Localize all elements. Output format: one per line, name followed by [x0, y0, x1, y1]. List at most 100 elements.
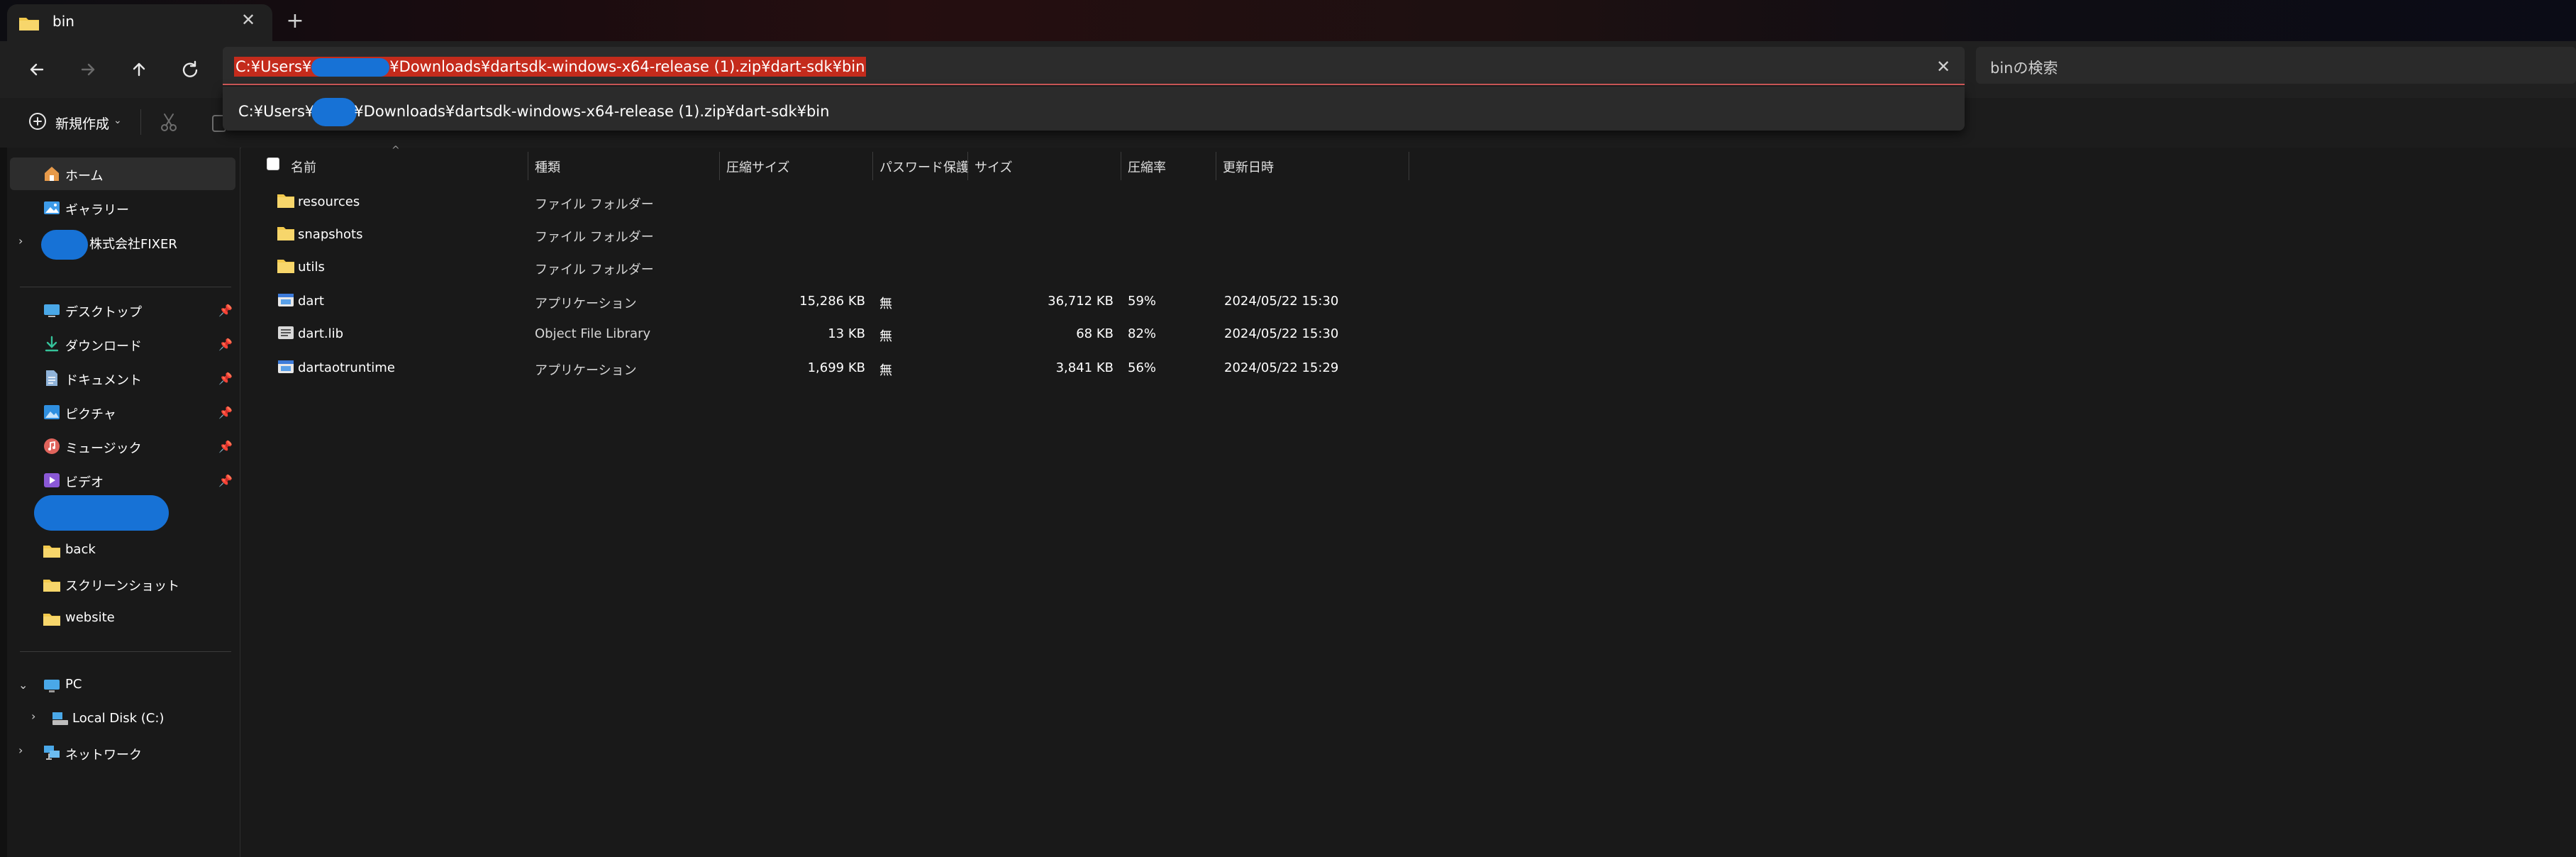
pin-icon[interactable]: 📌	[218, 440, 233, 454]
table-row[interactable]	[270, 186, 1404, 219]
address-path[interactable]: C:¥Users¥ ¥Downloads¥dartsdk-windows-x64-…	[234, 57, 867, 77]
file-ratio: 59%	[1128, 294, 1157, 309]
folder-icon	[19, 18, 39, 31]
column-header-modified[interactable]: 更新日時	[1223, 157, 1274, 176]
folder-icon	[277, 194, 294, 208]
new-button-label[interactable]: 新規作成	[55, 114, 109, 133]
nav-label-website[interactable]: website	[65, 610, 115, 625]
cut-icon[interactable]	[157, 111, 180, 133]
address-clear-icon[interactable]: ✕	[1931, 54, 1956, 79]
nav-label-pc[interactable]: PC	[65, 677, 82, 692]
video-icon	[44, 473, 60, 487]
nav-label-music[interactable]: ミュージック	[65, 438, 142, 457]
file-name[interactable]: dartaotruntime	[298, 360, 395, 375]
file-name[interactable]: utils	[298, 260, 325, 275]
folder-icon	[43, 614, 60, 626]
table-row[interactable]	[270, 251, 1404, 284]
file-type: ファイル フォルダー	[535, 197, 654, 212]
plus-circle-icon[interactable]	[27, 111, 48, 132]
file-size: 3,841 KB	[1055, 360, 1114, 375]
pin-icon[interactable]: 📌	[218, 474, 233, 488]
pin-icon[interactable]: 📌	[218, 338, 233, 352]
application-icon	[278, 294, 294, 306]
gallery-icon	[44, 201, 60, 214]
nav-separator	[20, 651, 231, 652]
pin-icon[interactable]: 📌	[218, 372, 233, 386]
folder-icon	[43, 580, 60, 592]
file-ratio: 56%	[1128, 360, 1157, 375]
column-header-name[interactable]: 名前	[291, 157, 316, 176]
folder-icon	[43, 546, 60, 558]
up-arrow-icon[interactable]	[122, 52, 156, 87]
desktop-icon	[44, 304, 60, 317]
pictures-icon	[44, 405, 60, 419]
address-suggestion-item[interactable]: C:¥Users¥ ¥Downloads¥dartsdk-windows-x64-…	[238, 98, 829, 126]
file-modified: 2024/05/22 15:29	[1224, 360, 1339, 375]
folder-icon	[277, 260, 294, 273]
nav-label-desktop[interactable]: デスクトップ	[65, 302, 142, 321]
nav-label-network[interactable]: ネットワーク	[65, 745, 142, 763]
nav-label-pictures[interactable]: ピクチャ	[65, 404, 116, 423]
onedrive-cloud-icon	[41, 230, 88, 260]
file-type: アプリケーション	[535, 363, 637, 378]
back-arrow-icon[interactable]	[20, 52, 54, 87]
pane-edge	[0, 148, 7, 857]
home-icon	[45, 167, 59, 181]
search-placeholder[interactable]: binの検索	[1990, 57, 2058, 78]
tab-title: bin	[52, 13, 74, 30]
select-all-checkbox[interactable]	[267, 157, 279, 170]
forward-arrow-icon[interactable]	[71, 52, 105, 87]
file-name[interactable]: dart.lib	[298, 326, 343, 341]
nav-label-home: ホーム	[65, 169, 104, 184]
file-type: Object File Library	[535, 326, 651, 341]
redacted-nav-item[interactable]	[34, 495, 169, 531]
column-separator[interactable]	[719, 152, 720, 180]
chevron-right-icon[interactable]: ›	[18, 234, 23, 248]
nav-label-documents[interactable]: ドキュメント	[65, 370, 142, 389]
table-row[interactable]	[270, 219, 1404, 251]
column-separator[interactable]	[967, 152, 968, 180]
column-header-compressed-size[interactable]: 圧縮サイズ	[726, 157, 789, 176]
nav-label-gallery[interactable]: ギャラリー	[65, 200, 129, 219]
nav-label-back[interactable]: back	[65, 542, 96, 557]
file-modified: 2024/05/22 15:30	[1224, 326, 1339, 341]
file-compressed-size: 15,286 KB	[799, 294, 865, 309]
application-icon	[278, 360, 294, 373]
file-password: 無	[879, 297, 892, 311]
chevron-right-icon[interactable]: ›	[31, 709, 35, 723]
new-tab-icon[interactable]: +	[284, 10, 306, 33]
search-box[interactable]	[1976, 47, 2576, 84]
column-separator[interactable]	[872, 152, 873, 180]
chevron-down-icon[interactable]: ⌄	[18, 678, 28, 692]
nav-label-screenshots[interactable]: スクリーンショット	[65, 576, 179, 595]
file-name[interactable]: resources	[298, 194, 360, 209]
chevron-right-icon[interactable]: ›	[18, 743, 23, 757]
file-type: ファイル フォルダー	[535, 262, 654, 277]
tab-bin[interactable]	[7, 4, 272, 41]
redacted-scribble	[311, 98, 357, 126]
column-header-size[interactable]: サイズ	[975, 157, 1012, 176]
file-size: 68 KB	[1076, 326, 1114, 341]
refresh-icon[interactable]	[173, 52, 207, 87]
column-header-ratio[interactable]: 圧縮率	[1128, 157, 1166, 176]
file-size: 36,712 KB	[1048, 294, 1114, 309]
file-name[interactable]: snapshots	[298, 227, 362, 242]
download-icon	[45, 336, 59, 352]
pin-icon[interactable]: 📌	[218, 406, 233, 420]
pin-icon[interactable]: 📌	[218, 304, 233, 318]
tab-close-icon[interactable]: ✕	[237, 9, 260, 31]
file-compressed-size: 1,699 KB	[807, 360, 865, 375]
nav-label-fixer[interactable]: 株式会社FIXER	[89, 234, 177, 253]
pc-icon	[44, 680, 60, 692]
nav-label-videos[interactable]: ビデオ	[65, 472, 104, 491]
file-modified: 2024/05/22 15:30	[1224, 294, 1339, 309]
chevron-down-icon[interactable]: ⌄	[113, 115, 122, 126]
nav-label-local-disk[interactable]: Local Disk (C:)	[72, 711, 164, 726]
file-name[interactable]: dart	[298, 294, 324, 309]
nav-label-downloads[interactable]: ダウンロード	[65, 336, 142, 355]
file-type: ファイル フォルダー	[535, 230, 654, 245]
column-header-type[interactable]: 種類	[535, 157, 560, 176]
file-password: 無	[879, 363, 892, 378]
redacted-scribble	[311, 58, 390, 77]
column-header-password[interactable]: パスワード保護	[879, 157, 969, 176]
